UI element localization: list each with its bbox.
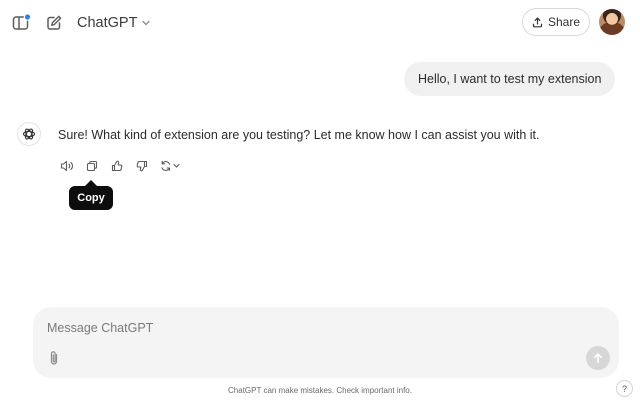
good-response-button[interactable] (109, 158, 125, 174)
disclaimer-text: ChatGPT can make mistakes. Check importa… (228, 386, 412, 395)
avatar[interactable] (599, 9, 625, 35)
chevron-down-icon (141, 18, 151, 28)
regenerate-button[interactable] (159, 158, 183, 174)
bad-response-button[interactable] (134, 158, 150, 174)
sidebar-toggle-button[interactable] (9, 11, 33, 35)
paperclip-icon (48, 350, 60, 366)
new-chat-button[interactable] (42, 11, 66, 35)
read-aloud-button[interactable] (59, 158, 75, 174)
share-icon (532, 17, 543, 28)
speaker-icon (60, 160, 74, 172)
new-chat-icon (45, 14, 63, 32)
user-message-text: Hello, I want to test my extension (418, 72, 602, 86)
copy-button[interactable] (84, 158, 100, 174)
model-name: ChatGPT (77, 15, 138, 31)
message-composer (33, 307, 619, 378)
send-button[interactable] (586, 346, 610, 370)
message-actions (59, 157, 183, 175)
model-selector[interactable]: ChatGPT (77, 12, 151, 34)
assistant-message-text: Sure! What kind of extension are you tes… (58, 128, 540, 142)
share-button[interactable]: Share (522, 8, 590, 36)
attach-button[interactable] (45, 349, 63, 367)
thumbs-up-icon (111, 160, 123, 172)
copy-icon (86, 160, 98, 172)
message-input[interactable] (47, 319, 567, 337)
user-message-bubble: Hello, I want to test my extension (404, 62, 616, 96)
sidebar-toggle-icon (11, 13, 31, 33)
copy-tooltip: Copy (69, 186, 113, 210)
arrow-up-icon (592, 352, 604, 364)
thumbs-down-icon (136, 160, 148, 172)
chatgpt-logo-icon (17, 122, 41, 146)
refresh-icon (160, 160, 182, 172)
help-button[interactable]: ? (616, 380, 633, 397)
share-label: Share (547, 15, 581, 29)
